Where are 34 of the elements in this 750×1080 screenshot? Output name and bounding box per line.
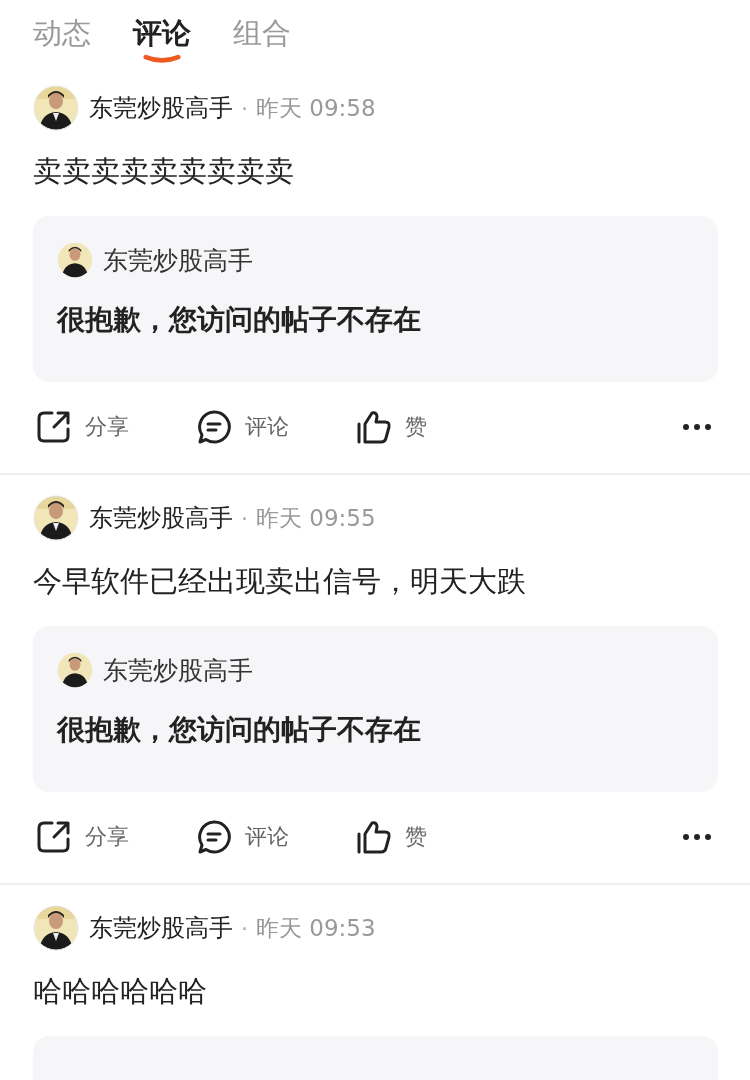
comment-button[interactable]: 评论 [245, 412, 289, 442]
quoted-post-card[interactable]: 东莞炒股高手 很抱歉，您访问的帖子不存在 [33, 626, 718, 792]
post-time: 昨天 09:53 [256, 913, 376, 943]
comment-button[interactable]: 评论 [245, 822, 289, 852]
post-time: 昨天 09:58 [256, 93, 376, 123]
share-button[interactable]: 分享 [85, 822, 129, 852]
separator-dot: · [241, 95, 248, 121]
quoted-author: 东莞炒股高手 [103, 654, 253, 687]
author-name[interactable]: 东莞炒股高手 [89, 502, 233, 534]
thumbs-up-icon[interactable] [356, 409, 392, 445]
share-icon[interactable] [36, 819, 72, 855]
share-button[interactable]: 分享 [85, 412, 129, 442]
tab-indicator [143, 54, 181, 64]
thumbs-up-icon[interactable] [356, 819, 392, 855]
author-name[interactable]: 东莞炒股高手 [89, 92, 233, 124]
comment-icon[interactable] [196, 409, 232, 445]
like-button[interactable]: 赞 [405, 822, 427, 852]
like-button[interactable]: 赞 [405, 412, 427, 442]
separator-dot: · [241, 505, 248, 531]
more-icon[interactable] [682, 833, 712, 841]
post-text: 哈哈哈哈哈哈 [33, 973, 208, 1010]
quoted-author: 东莞炒股高手 [103, 244, 253, 277]
post-text: 今早软件已经出现卖出信号，明天大跌 [33, 563, 527, 600]
quoted-text: 很抱歉，您访问的帖子不存在 [57, 302, 422, 338]
comment-icon[interactable] [196, 819, 232, 855]
quoted-text: 很抱歉，您访问的帖子不存在 [57, 712, 422, 748]
post-text: 卖卖卖卖卖卖卖卖卖 [33, 153, 295, 190]
post-time: 昨天 09:55 [256, 503, 376, 533]
author-name[interactable]: 东莞炒股高手 [89, 912, 233, 944]
tab[interactable]: 评论 [133, 12, 191, 66]
share-icon[interactable] [36, 409, 72, 445]
quoted-post-card[interactable]: 东莞炒股高手 很抱歉，您访问的帖子不存在 [33, 216, 718, 382]
more-icon[interactable] [682, 423, 712, 431]
separator-dot: · [241, 915, 248, 941]
